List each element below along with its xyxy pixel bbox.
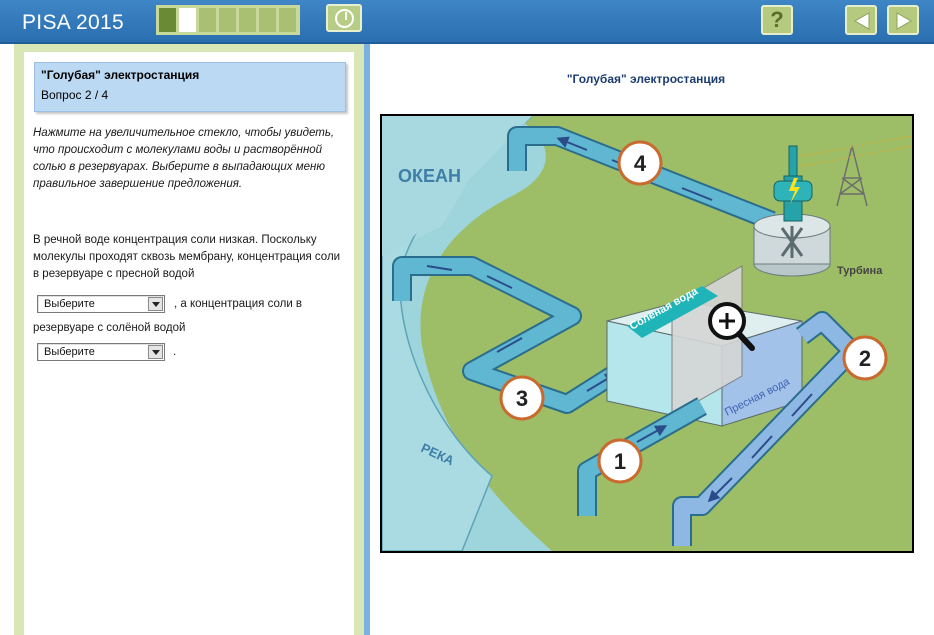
question-header: "Голубая" электростанция Вопрос 2 / 4 <box>34 62 346 112</box>
chevron-down-icon[interactable] <box>148 345 163 359</box>
svg-text:2: 2 <box>859 346 871 371</box>
progress-segment <box>258 7 277 33</box>
dropdown-fresh-water-concentration[interactable]: Выберите <box>37 295 165 313</box>
chevron-down-icon[interactable] <box>148 297 163 311</box>
stimulus-title: "Голубая" электростанция <box>566 72 726 86</box>
svg-text:4: 4 <box>634 151 647 176</box>
progress-segment <box>198 7 217 33</box>
marker-2: 2 <box>842 335 888 381</box>
progress-segment-current <box>178 7 197 33</box>
clock-icon <box>335 9 354 28</box>
question-text-salt-reservoir: резервуаре с солёной водой <box>33 322 186 334</box>
timer-button[interactable] <box>326 4 362 32</box>
dropdown-value: Выберите <box>44 298 95 310</box>
help-button[interactable]: ? <box>761 5 793 35</box>
dropdown-salt-water-concentration[interactable]: Выберите <box>37 343 165 361</box>
svg-text:1: 1 <box>614 449 626 474</box>
progress-segment <box>218 7 237 33</box>
previous-button[interactable] <box>845 5 877 35</box>
stimulus-panel: "Голубая" электростанция ОКЕАН РЕКА Турб… <box>370 44 934 635</box>
progress-bar <box>156 5 300 35</box>
progress-segment <box>238 7 257 33</box>
svg-text:3: 3 <box>516 386 528 411</box>
question-title: "Голубая" электростанция <box>41 68 200 82</box>
question-number: Вопрос 2 / 4 <box>41 88 109 102</box>
progress-segment <box>278 7 297 33</box>
progress-segment <box>158 7 177 33</box>
marker-3: 3 <box>499 375 545 421</box>
arrow-right-icon <box>896 12 913 30</box>
diagram-illustration: ОКЕАН РЕКА Турбина Солёная вода Пресная … <box>382 116 912 551</box>
question-instruction: Нажмите на увеличительное стекло, чтобы … <box>33 127 335 190</box>
dropdown-value: Выберите <box>44 346 95 358</box>
question-text-continued: , а концентрация соли в <box>174 298 303 310</box>
power-plant-diagram: ОКЕАН РЕКА Турбина Солёная вода Пресная … <box>380 114 914 553</box>
top-bar: PISA 2015 ? <box>0 0 934 44</box>
marker-4: 4 <box>617 140 663 186</box>
next-button[interactable] <box>887 5 919 35</box>
sentence-end: . <box>173 346 177 358</box>
arrow-left-icon <box>853 12 870 30</box>
question-text: В речной воде концентрация соли низкая. … <box>33 234 341 280</box>
question-panel: "Голубая" электростанция Вопрос 2 / 4 На… <box>14 44 364 635</box>
app-title: PISA 2015 <box>22 11 124 34</box>
turbine-label: Турбина <box>837 265 883 277</box>
marker-1: 1 <box>597 438 643 484</box>
question-content: "Голубая" электростанция Вопрос 2 / 4 На… <box>24 52 354 635</box>
ocean-label: ОКЕАН <box>398 166 461 186</box>
